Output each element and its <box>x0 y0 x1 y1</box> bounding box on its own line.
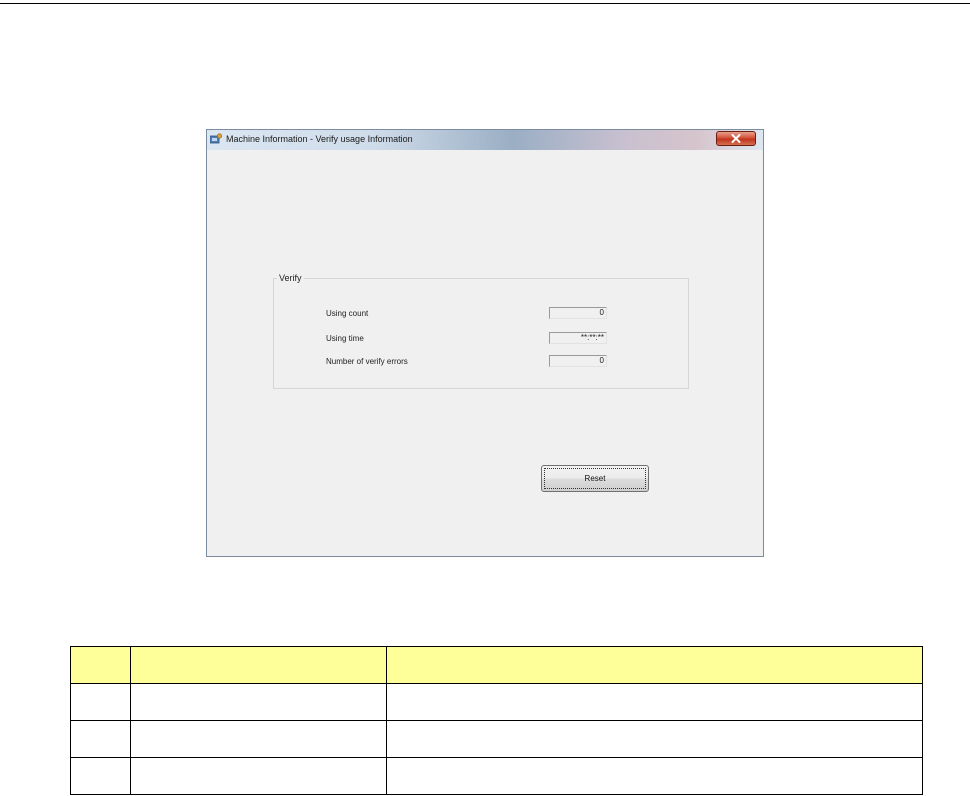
table-cell <box>386 720 923 758</box>
table-cell <box>130 720 387 758</box>
close-icon <box>731 134 741 143</box>
reset-button[interactable]: Reset <box>541 465 649 492</box>
verify-group-legend: Verify <box>277 273 304 283</box>
header-cell-description <box>386 646 923 684</box>
header-cell-no <box>70 646 131 684</box>
verify-errors-value: 0 <box>549 355 607 367</box>
table-cell <box>386 683 923 721</box>
page-header-rule <box>0 3 970 4</box>
description-table <box>70 646 923 795</box>
table-row <box>70 720 923 758</box>
table-row <box>70 757 923 795</box>
verify-groupbox: Verify Using count 0 Using time **:**:**… <box>273 273 689 389</box>
using-time-label: Using time <box>326 334 364 343</box>
header-cell-item <box>130 646 387 684</box>
table-row <box>70 683 923 721</box>
window-client-area: Verify Using count 0 Using time **:**:**… <box>207 150 763 556</box>
reset-button-label: Reset <box>584 474 606 483</box>
using-time-value: **:**:** <box>549 332 607 344</box>
verify-errors-label: Number of verify errors <box>326 357 408 366</box>
using-count-value: 0 <box>549 307 607 319</box>
close-button[interactable] <box>716 131 756 146</box>
app-icon <box>210 133 222 144</box>
table-cell <box>70 720 131 758</box>
table-cell <box>130 683 387 721</box>
window-titlebar[interactable]: Machine Information - Verify usage Infor… <box>207 130 763 150</box>
using-count-label: Using count <box>326 309 369 318</box>
window-title: Machine Information - Verify usage Infor… <box>226 134 413 144</box>
table-cell <box>130 757 387 795</box>
table-header-row <box>70 646 923 684</box>
table-cell <box>70 683 131 721</box>
table-cell <box>70 757 131 795</box>
machine-information-window: Machine Information - Verify usage Infor… <box>206 129 764 557</box>
table-cell <box>386 757 923 795</box>
